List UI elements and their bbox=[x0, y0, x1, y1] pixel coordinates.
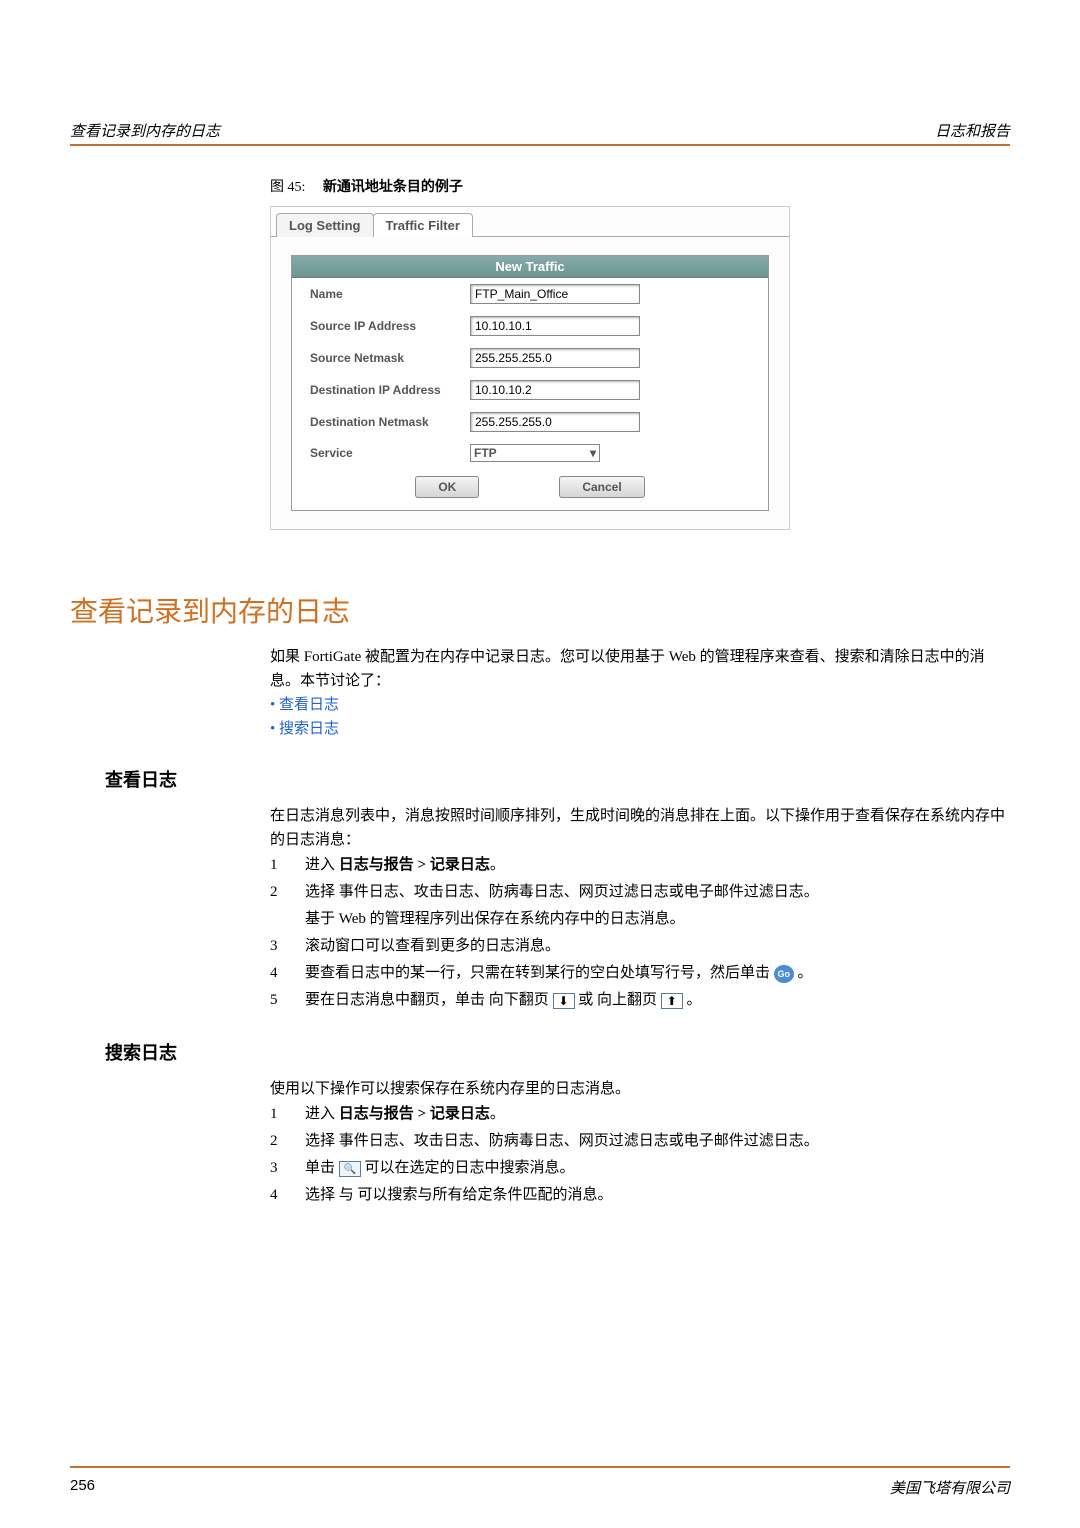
breadcrumb-log-record-2: 日志与报告 > 记录日志 bbox=[339, 1106, 490, 1122]
s2-step-3: 3 单击 可以在选定的日志中搜索消息。 bbox=[270, 1155, 1010, 1182]
src-ip-input[interactable] bbox=[470, 316, 640, 336]
dialog-tabs: Log Setting Traffic Filter bbox=[271, 207, 789, 237]
step-1: 1 进入 日志与报告 > 记录日志。 bbox=[270, 852, 1010, 879]
sub1-title: 查看日志 bbox=[105, 766, 1010, 792]
row-src-nm: Source Netmask bbox=[292, 342, 768, 374]
figure-caption: 图 45: 新通讯地址条目的例子 bbox=[270, 176, 1010, 196]
header-left: 查看记录到内存的日志 bbox=[70, 120, 220, 141]
page-up-icon[interactable]: ⬆ bbox=[661, 993, 683, 1009]
header-right: 日志和报告 bbox=[935, 120, 1010, 141]
bullet-2: • 搜索日志 bbox=[270, 717, 1010, 741]
ok-button[interactable]: OK bbox=[415, 476, 479, 498]
service-select[interactable]: FTP ▾ bbox=[470, 444, 600, 462]
dst-nm-input[interactable] bbox=[470, 412, 640, 432]
dst-ip-input[interactable] bbox=[470, 380, 640, 400]
row-dst-ip: Destination IP Address bbox=[292, 374, 768, 406]
sub1-steps: 1 进入 日志与报告 > 记录日志。 2 选择 事件日志、攻击日志、防病毒日志、… bbox=[270, 852, 1010, 1014]
s2-step-1: 1 进入 日志与报告 > 记录日志。 bbox=[270, 1101, 1010, 1128]
row-service: Service FTP ▾ bbox=[292, 438, 768, 468]
dst-nm-label: Destination Netmask bbox=[310, 415, 470, 429]
step-5: 5 要在日志消息中翻页，单击 向下翻页 ⬇ 或 向上翻页 ⬆ 。 bbox=[270, 987, 1010, 1014]
company-name: 美国飞塔有限公司 bbox=[890, 1477, 1010, 1498]
page-down-icon[interactable]: ⬇ bbox=[553, 993, 575, 1009]
link-view-log[interactable]: 查看日志 bbox=[279, 697, 339, 713]
row-src-ip: Source IP Address bbox=[292, 310, 768, 342]
service-value: FTP bbox=[474, 446, 497, 460]
panel-title: New Traffic bbox=[292, 256, 768, 278]
link-search-log[interactable]: 搜索日志 bbox=[279, 721, 339, 737]
tab-traffic-filter[interactable]: Traffic Filter bbox=[373, 213, 473, 237]
dropdown-icon: ▾ bbox=[590, 446, 596, 460]
step-4: 4 要查看日志中的某一行，只需在转到某行的空白处填写行号，然后单击 Go 。 bbox=[270, 960, 1010, 987]
step-2: 2 选择 事件日志、攻击日志、防病毒日志、网页过滤日志或电子邮件过滤日志。 基于… bbox=[270, 879, 1010, 933]
s2-step-4: 4 选择 与 可以搜索与所有给定条件匹配的消息。 bbox=[270, 1182, 1010, 1209]
sub2-steps: 1 进入 日志与报告 > 记录日志。 2 选择 事件日志、攻击日志、防病毒日志、… bbox=[270, 1101, 1010, 1209]
sub1-intro: 在日志消息列表中，消息按照时间顺序排列，生成时间晚的消息排在上面。以下操作用于查… bbox=[270, 804, 1010, 852]
go-icon[interactable]: Go bbox=[774, 965, 794, 983]
dst-ip-label: Destination IP Address bbox=[310, 383, 470, 397]
name-label: Name bbox=[310, 287, 470, 301]
new-traffic-panel: New Traffic Name Source IP Address Sourc… bbox=[291, 255, 769, 511]
src-nm-label: Source Netmask bbox=[310, 351, 470, 365]
section-intro: 如果 FortiGate 被配置为在内存中记录日志。您可以使用基于 Web 的管… bbox=[270, 645, 1010, 693]
service-label: Service bbox=[310, 446, 470, 460]
page-footer: 256 美国飞塔有限公司 bbox=[70, 1477, 1010, 1498]
dialog-buttons: OK Cancel bbox=[292, 468, 768, 510]
src-ip-label: Source IP Address bbox=[310, 319, 470, 333]
sub2-intro: 使用以下操作可以搜索保存在系统内存里的日志消息。 bbox=[270, 1077, 1010, 1101]
new-traffic-dialog: Log Setting Traffic Filter New Traffic N… bbox=[270, 206, 790, 530]
row-dst-nm: Destination Netmask bbox=[292, 406, 768, 438]
breadcrumb-log-record: 日志与报告 > 记录日志 bbox=[339, 857, 490, 873]
src-nm-input[interactable] bbox=[470, 348, 640, 368]
page-number: 256 bbox=[70, 1477, 95, 1498]
s2-step-2: 2 选择 事件日志、攻击日志、防病毒日志、网页过滤日志或电子邮件过滤日志。 bbox=[270, 1128, 1010, 1155]
cancel-button[interactable]: Cancel bbox=[559, 476, 644, 498]
figure-caption-text: 新通讯地址条目的例子 bbox=[323, 180, 463, 195]
step-3: 3 滚动窗口可以查看到更多的日志消息。 bbox=[270, 933, 1010, 960]
tab-log-setting[interactable]: Log Setting bbox=[276, 213, 374, 237]
section-title: 查看记录到内存的日志 bbox=[70, 590, 1010, 630]
footer-divider bbox=[70, 1466, 1010, 1468]
name-input[interactable] bbox=[470, 284, 640, 304]
row-name: Name bbox=[292, 278, 768, 310]
figure-label: 图 45: bbox=[270, 180, 305, 195]
bullet-1: • 查看日志 bbox=[270, 693, 1010, 717]
page-header: 查看记录到内存的日志 日志和报告 bbox=[70, 120, 1010, 146]
search-icon[interactable] bbox=[339, 1161, 361, 1177]
sub2-title: 搜索日志 bbox=[105, 1039, 1010, 1065]
